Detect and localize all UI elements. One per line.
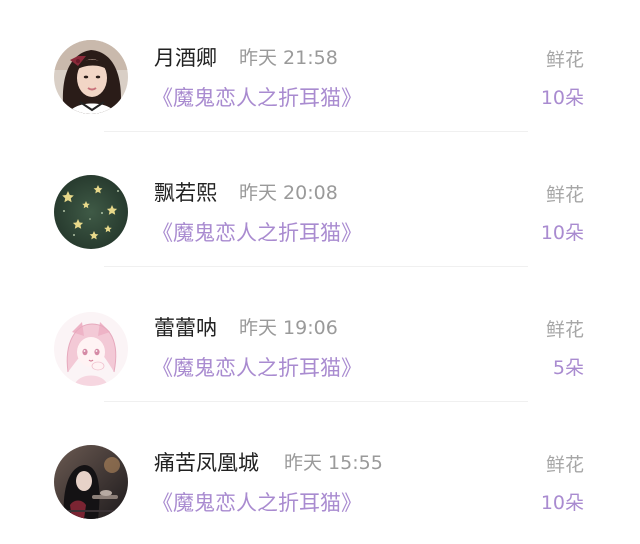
- gift-record-list: 月酒卿 昨天 21:58 《魔鬼恋人之折耳猫》 鲜花 10朵 飘若熙 昨天 20…: [0, 0, 640, 544]
- book-title-link[interactable]: 《魔鬼恋人之折耳猫》: [152, 84, 362, 112]
- book-title-link[interactable]: 《魔鬼恋人之折耳猫》: [152, 219, 362, 247]
- book-title-link[interactable]: 《魔鬼恋人之折耳猫》: [152, 354, 362, 382]
- avatar-pink-anime-girl-icon[interactable]: [54, 312, 128, 386]
- list-item[interactable]: 飘若熙 昨天 20:08 《魔鬼恋人之折耳猫》 鲜花 10朵: [0, 135, 640, 270]
- avatar-girl-photo-icon[interactable]: [54, 40, 128, 114]
- username[interactable]: 痛苦凤凰城: [154, 449, 259, 477]
- divider: [104, 401, 528, 402]
- list-item[interactable]: 月酒卿 昨天 21:58 《魔鬼恋人之折耳猫》 鲜花 10朵: [0, 0, 640, 135]
- divider: [104, 266, 528, 267]
- avatar-dark-illustration-icon[interactable]: [54, 445, 128, 519]
- gift-count: 10朵: [540, 87, 584, 109]
- list-item[interactable]: 痛苦凤凰城 昨天 15:55 《魔鬼恋人之折耳猫》 鲜花 10朵: [0, 405, 640, 540]
- book-title-link[interactable]: 《魔鬼恋人之折耳猫》: [152, 489, 362, 517]
- timestamp: 昨天 21:58: [239, 47, 338, 69]
- username[interactable]: 飘若熙: [154, 179, 217, 207]
- avatar-green-stars-icon[interactable]: [54, 175, 128, 249]
- divider: [104, 131, 528, 132]
- gift-count: 10朵: [540, 492, 584, 514]
- gift-type-label: 鲜花: [545, 49, 584, 71]
- gift-count: 10朵: [540, 222, 584, 244]
- username[interactable]: 蕾蕾呐: [154, 314, 217, 342]
- list-item[interactable]: 蕾蕾呐 昨天 19:06 《魔鬼恋人之折耳猫》 鲜花 5朵: [0, 270, 640, 405]
- gift-type-label: 鲜花: [545, 454, 584, 476]
- timestamp: 昨天 20:08: [239, 182, 338, 204]
- gift-count: 5朵: [552, 357, 584, 379]
- username[interactable]: 月酒卿: [154, 44, 217, 72]
- timestamp: 昨天 15:55: [284, 452, 383, 474]
- gift-type-label: 鲜花: [545, 184, 584, 206]
- timestamp: 昨天 19:06: [239, 317, 338, 339]
- gift-type-label: 鲜花: [545, 319, 584, 341]
